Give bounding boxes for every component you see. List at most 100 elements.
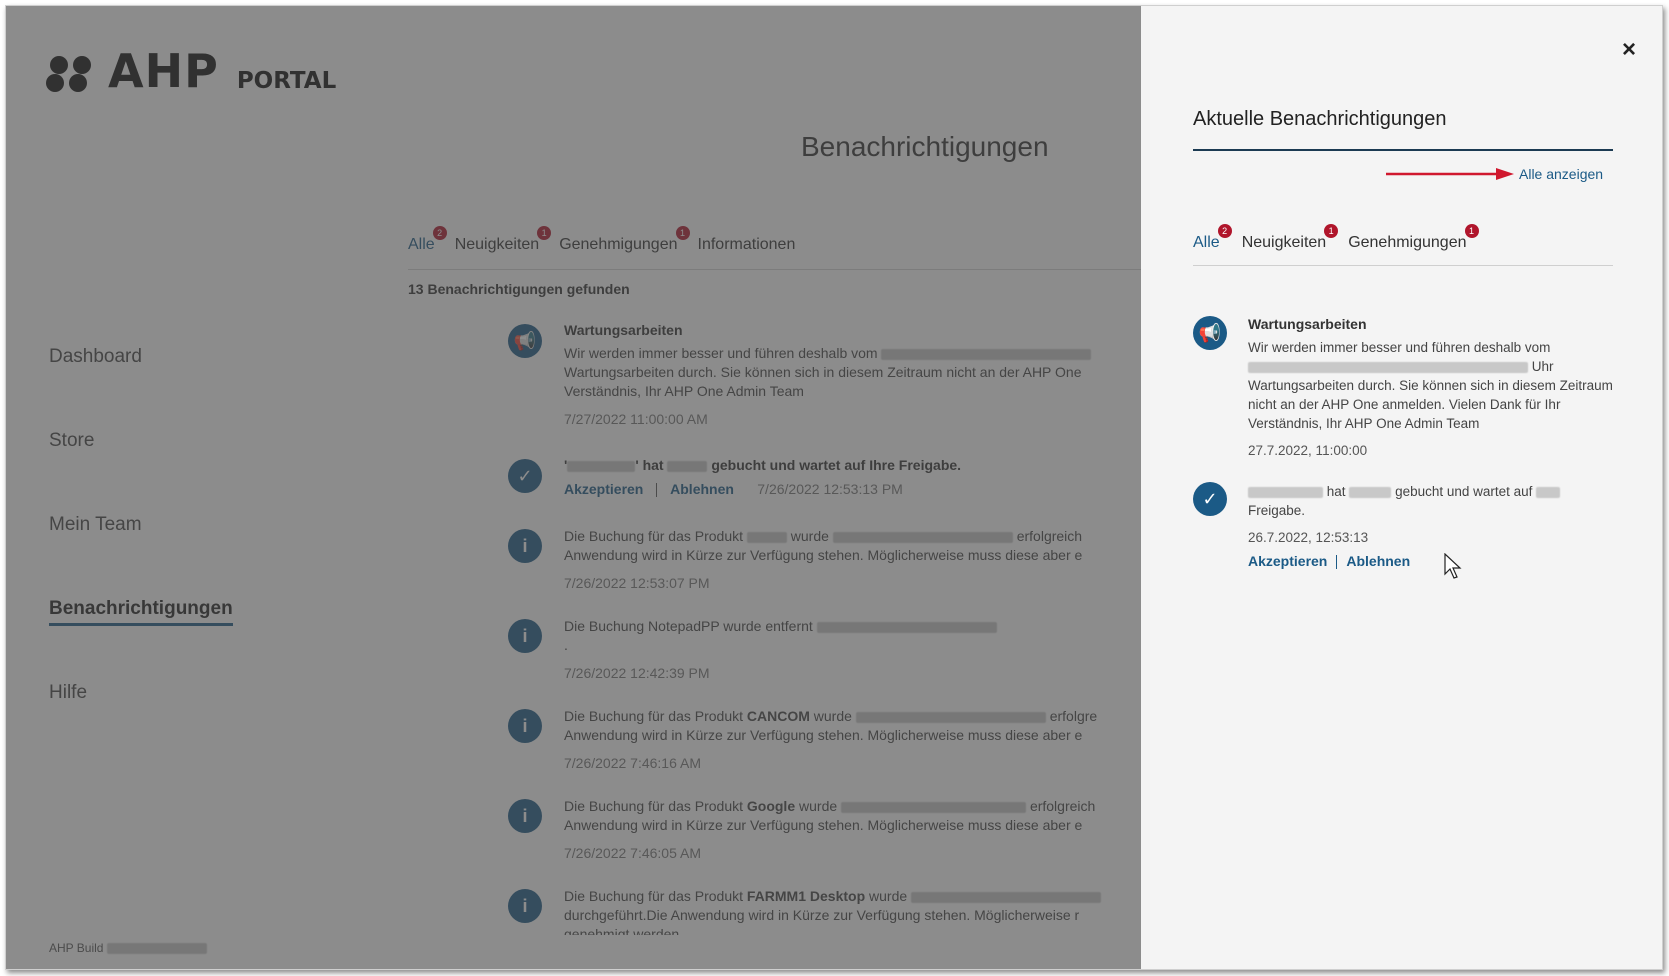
info-icon: i — [508, 889, 542, 923]
item-date: 27.7.2022, 11:00:00 — [1248, 443, 1368, 458]
sidebar-item-label: Benachrichtigungen — [49, 598, 233, 626]
item-text: Die Buchung für das Produkt Google wurde… — [564, 798, 1096, 814]
sidebar-nav: Dashboard Store Mein Team Benachrichtigu… — [49, 346, 233, 766]
item-text: Anwendung wird in Kürze zur Verfügung st… — [564, 817, 1083, 833]
item-text: Die Buchung für das Produkt wurde erfolg… — [564, 528, 1083, 544]
item-text: Die Buchung für das Produkt CANCOM wurde… — [564, 708, 1098, 724]
item-text: durchgeführt.Die Anwendung wird in Kürze… — [564, 907, 1080, 923]
accept-button[interactable]: Akzeptieren — [1248, 553, 1327, 569]
notification-tabs: Alle 2 Neuigkeiten 1 Genehmigungen 1 Inform… — [408, 226, 1168, 270]
info-icon: i — [508, 619, 542, 653]
item-title: Wartungsarbeiten — [564, 322, 683, 338]
tab-informationen[interactable]: Informationen — [698, 236, 796, 269]
info-icon: i — [508, 799, 542, 833]
notifications-page: AHP PORTAL Benachrichtigungen Dashboard … — [6, 6, 1168, 969]
results-count: 13 Benachrichtigungen gefunden — [408, 281, 630, 297]
list-item: i Die Buchung für das Produkt FARMM1 Des… — [508, 887, 1148, 947]
tab-alle[interactable]: Alle 2 — [1193, 224, 1232, 265]
item-text: Verständnis, Ihr AHP One Admin Team — [564, 383, 804, 399]
tab-label: Genehmigungen — [559, 236, 678, 253]
tab-label: Informationen — [697, 236, 796, 253]
item-date: 7/27/2022 11:00:00 AM — [564, 411, 708, 427]
tab-alle[interactable]: Alle 2 — [408, 226, 447, 269]
list-item: 📢 Wartungsarbeiten Wir werden immer bess… — [1193, 316, 1613, 458]
drawer-title: Aktuelle Benachrichtigungen — [1193, 108, 1447, 130]
count-badge: 2 — [1217, 224, 1232, 238]
sidebar-item-benachrichtigungen[interactable]: Benachrichtigungen — [49, 598, 233, 682]
count-badge: 1 — [1324, 224, 1339, 238]
megaphone-icon: 📢 — [508, 324, 542, 358]
tab-label: Neuigkeiten — [1241, 234, 1327, 251]
item-text: Wir werden immer besser und führen desha… — [564, 344, 1148, 363]
megaphone-icon: 📢 — [1193, 316, 1227, 350]
tab-label: Alle — [408, 236, 435, 253]
item-text: Die Buchung NotepadPP wurde entfernt — [564, 617, 1148, 636]
logo-portal: PORTAL — [236, 68, 337, 94]
item-text: Anwendung wird in Kürze zur Verfügung st… — [564, 547, 1083, 563]
tab-genehmigungen[interactable]: Genehmigungen 1 — [1348, 224, 1479, 265]
info-icon: i — [508, 709, 542, 743]
accept-link[interactable]: Akzeptieren — [564, 481, 643, 497]
arrow-right-icon — [1386, 168, 1514, 180]
item-date: 26.7.2022, 12:53:13 — [1248, 530, 1369, 545]
list-item: i Die Buchung für das Produkt wurde erfo… — [508, 527, 1148, 617]
check-icon: ✓ — [1193, 482, 1227, 516]
redacted-text — [106, 943, 207, 955]
sidebar-item-hilfe[interactable]: Hilfe — [49, 682, 233, 766]
check-icon: ✓ — [508, 459, 542, 493]
list-item: ✓ hat gebucht und wartet auf Freigabe. 2… — [1193, 482, 1613, 570]
item-title: ' ' hat gebucht und wartet auf Ihre Freig… — [564, 457, 962, 473]
list-item: 📢 Wartungsarbeiten Wir werden immer bess… — [508, 322, 1148, 457]
count-badge: 1 — [1464, 224, 1479, 238]
tab-genehmigungen[interactable]: Genehmigungen 1 — [559, 226, 690, 269]
tab-label: Genehmigungen — [1348, 234, 1467, 251]
drawer-tabs: Alle 2 Neuigkeiten 1 Genehmigungen 1 — [1193, 224, 1613, 266]
reject-link[interactable]: Ablehnen — [670, 481, 734, 497]
count-badge: 1 — [675, 226, 690, 240]
sidebar-item-label: Hilfe — [49, 682, 88, 703]
notification-list: 📢 Wartungsarbeiten Wir werden immer bess… — [508, 322, 1148, 947]
item-date: 7/26/2022 12:53:07 PM — [564, 575, 710, 591]
build-info: AHP Build — [49, 941, 207, 955]
list-item: i Die Buchung für das Produkt Google wur… — [508, 797, 1148, 887]
list-item: i Die Buchung für das Produkt CANCOM wur… — [508, 707, 1148, 797]
mouse-cursor-icon — [1444, 553, 1462, 579]
sidebar-item-label: Mein Team — [49, 514, 142, 535]
info-icon: i — [508, 529, 542, 563]
list-item: i Die Buchung NotepadPP wurde entfernt .… — [508, 617, 1148, 707]
notifications-drawer: × Aktuelle Benachrichtigungen Alle anzei… — [1141, 6, 1662, 969]
ahp-logo[interactable]: AHP PORTAL — [46, 48, 336, 94]
count-badge: 2 — [432, 226, 447, 240]
item-text: hat gebucht und wartet auf Freigabe. — [1248, 482, 1613, 520]
page-title: Benachrichtigungen — [801, 131, 1049, 162]
item-date: 7/26/2022 12:53:13 PM — [757, 481, 903, 497]
close-icon[interactable]: × — [1622, 36, 1636, 64]
sidebar-item-label: Store — [49, 430, 95, 451]
sidebar-item-dashboard[interactable]: Dashboard — [49, 346, 233, 430]
build-label: AHP Build — [49, 941, 104, 955]
item-date: 7/26/2022 12:42:39 PM — [564, 665, 710, 681]
tab-neuigkeiten[interactable]: Neuigkeiten 1 — [1241, 224, 1339, 265]
drawer-notification-list: 📢 Wartungsarbeiten Wir werden immer bess… — [1193, 316, 1613, 593]
item-actions: Akzeptieren Ablehnen — [1248, 553, 1613, 570]
action-separator — [1336, 555, 1338, 570]
app-window: AHP PORTAL Benachrichtigungen Dashboard … — [5, 5, 1663, 970]
logo-dots-icon — [46, 54, 98, 94]
show-all-link[interactable]: Alle anzeigen — [1519, 166, 1603, 182]
item-title: Wartungsarbeiten — [1248, 316, 1367, 332]
sidebar-item-mein-team[interactable]: Mein Team — [49, 514, 233, 598]
reject-button[interactable]: Ablehnen — [1346, 553, 1410, 569]
item-actions: Akzeptieren Ablehnen 7/26/2022 12:53:13 … — [564, 481, 1148, 498]
tab-neuigkeiten[interactable]: Neuigkeiten 1 — [455, 226, 552, 269]
item-text: Wir werden immer besser und führen desha… — [1248, 340, 1613, 431]
item-text: Wartungsarbeiten durch. Sie können sich … — [564, 364, 1082, 380]
item-text: . — [564, 637, 568, 653]
item-text: Anwendung wird in Kürze zur Verfügung st… — [564, 727, 1083, 743]
title-divider — [1193, 149, 1613, 151]
item-text: genehmigt werden — [564, 926, 680, 935]
sidebar-item-store[interactable]: Store — [49, 430, 233, 514]
count-badge: 1 — [537, 226, 552, 240]
item-date: 7/26/2022 7:46:16 AM — [564, 755, 701, 771]
logo-brand: AHP — [108, 44, 219, 98]
list-item: ✓ ' ' hat gebucht und wartet auf Ihre Fre… — [508, 457, 1148, 527]
